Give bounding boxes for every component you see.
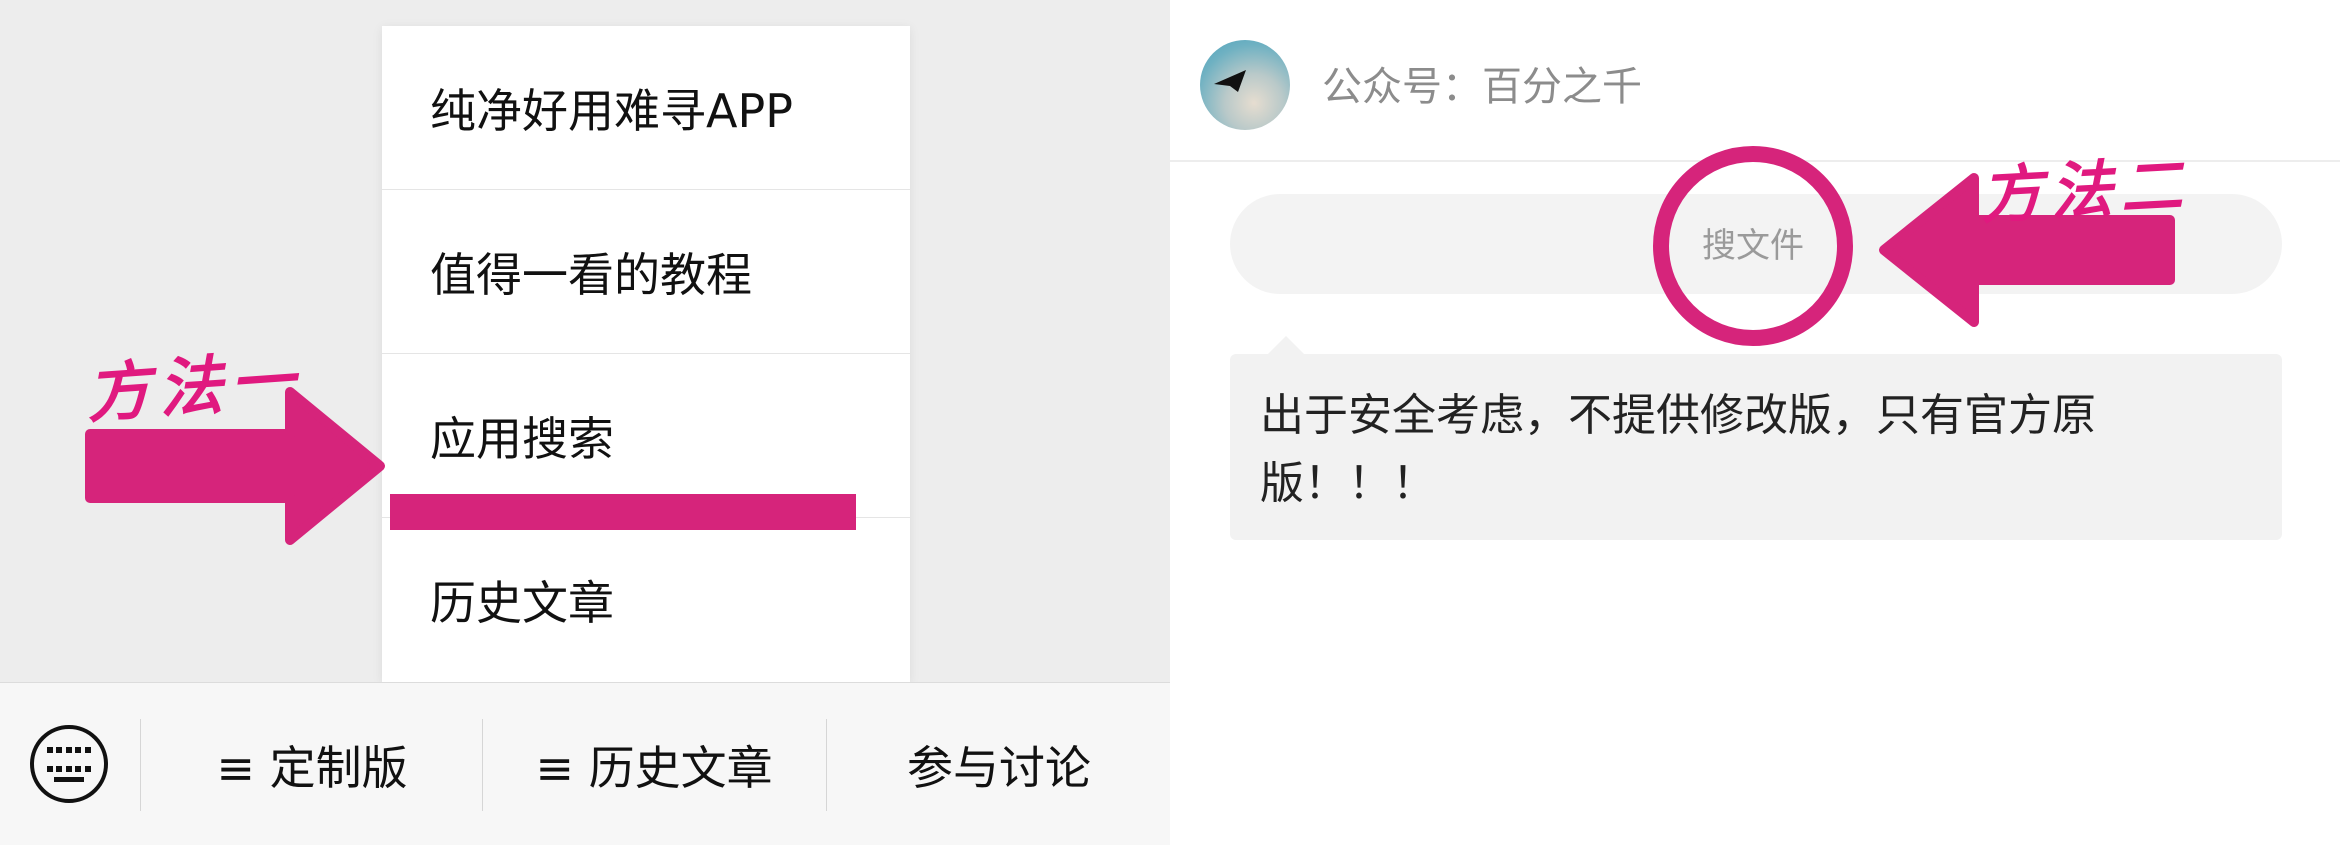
menu-item-label: 历史文章 <box>430 576 614 630</box>
divider <box>140 719 141 811</box>
page-title: 公众号：百分之千 <box>1322 64 1642 110</box>
highlight-underline <box>390 494 856 530</box>
message-text: 出于安全考虑，不提供修改版，只有官方原版！！！ <box>1260 390 2096 509</box>
arrow-right-icon <box>85 387 385 545</box>
keyboard-icon[interactable] <box>30 725 108 803</box>
paper-plane-icon <box>1214 70 1246 92</box>
method-two-label: 方法二 <box>1978 148 2193 233</box>
bubble-tail <box>1268 336 1304 354</box>
tab-label: 参与讨论 <box>907 740 1091 795</box>
tab-label: ≡ 定制版 <box>216 740 408 795</box>
menu-item-label: 应用搜索 <box>430 411 614 466</box>
right-panel: 公众号：百分之千 搜文件 方法二 出于安全考虑，不提供修改版，只有官方原版！！！ <box>1170 0 2340 845</box>
divider <box>482 719 483 811</box>
divider <box>826 719 827 811</box>
tab-label: ≡ 历史文章 <box>535 740 773 795</box>
tab-custom-edition[interactable]: ≡ 定制版 <box>142 683 482 846</box>
avatar[interactable] <box>1200 40 1290 130</box>
tab-join-discussion[interactable]: 参与讨论 <box>828 683 1170 846</box>
menu-item-clean-apps[interactable]: 纯净好用难寻APP <box>382 26 910 190</box>
bottom-menu-bar: ≡ 定制版 ≡ 历史文章 参与讨论 <box>0 682 1170 845</box>
popup-menu: 纯净好用难寻APP 值得一看的教程 应用搜索 历史文章 <box>382 26 910 682</box>
menu-item-label: 纯净好用难寻APP <box>430 83 793 138</box>
menu-item-label: 值得一看的教程 <box>430 247 752 302</box>
menu-item-history-articles[interactable]: 历史文章 <box>382 518 910 682</box>
highlight-circle <box>1653 146 1853 346</box>
menu-item-tutorials[interactable]: 值得一看的教程 <box>382 190 910 354</box>
tab-history-articles[interactable]: ≡ 历史文章 <box>484 683 824 846</box>
left-panel: 纯净好用难寻APP 值得一看的教程 应用搜索 历史文章 方法一 ≡ 定制版 ≡ … <box>0 0 1170 845</box>
message-bubble: 出于安全考虑，不提供修改版，只有官方原版！！！ <box>1230 354 2282 540</box>
